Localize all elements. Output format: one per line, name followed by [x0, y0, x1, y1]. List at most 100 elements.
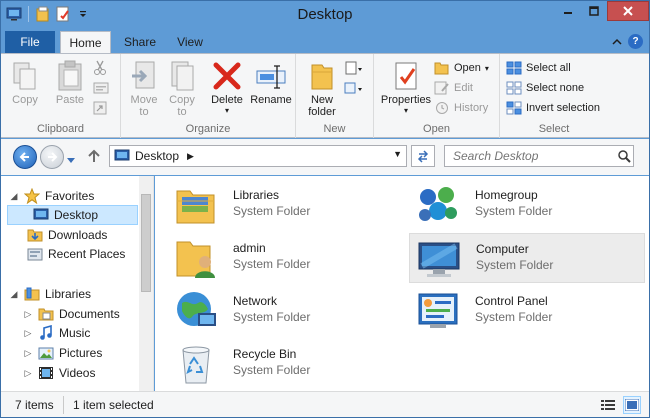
minimize-ribbon-icon[interactable]: [612, 35, 622, 49]
new-item-button[interactable]: [344, 58, 364, 78]
nav-downloads-label: Downloads: [48, 228, 108, 242]
edit-label: Edit: [454, 82, 473, 94]
properties-button[interactable]: Properties ▾: [378, 58, 434, 115]
back-button[interactable]: [13, 145, 37, 169]
expand-chevron-icon[interactable]: ▷: [23, 368, 33, 379]
list-item[interactable]: Computer System Folder: [409, 233, 645, 283]
collapse-chevron-icon[interactable]: ◢: [9, 191, 19, 202]
forward-arrow-icon: [48, 152, 58, 162]
move-to-icon: [125, 58, 163, 94]
list-item[interactable]: admin System Folder: [167, 233, 403, 283]
list-item[interactable]: Homegroup System Folder: [409, 180, 645, 230]
collapse-chevron-icon[interactable]: ◢: [9, 289, 19, 300]
back-arrow-icon: [19, 152, 29, 162]
history-icon: [436, 102, 448, 114]
file-type: System Folder: [233, 204, 311, 218]
nav-favorites[interactable]: ◢ Favorites: [9, 186, 94, 206]
clipboard-group: Copy Paste Clipboard: [1, 54, 121, 138]
list-item[interactable]: Recycle Bin System Folder: [167, 339, 403, 389]
nav-documents[interactable]: ▷ Documents: [23, 304, 120, 324]
invert-selection-icon: [506, 101, 522, 115]
invert-selection-button[interactable]: Invert selection: [506, 98, 600, 118]
up-button[interactable]: [87, 149, 101, 166]
nav-music[interactable]: ▷ Music: [23, 323, 90, 343]
copy-button[interactable]: Copy: [7, 58, 43, 106]
delete-button[interactable]: Delete ▾: [207, 58, 247, 115]
nav-videos[interactable]: ▷ Videos: [23, 363, 96, 383]
expand-chevron-icon[interactable]: ▷: [23, 328, 33, 339]
file-name: Network: [233, 294, 278, 308]
select-all-label: Select all: [526, 62, 571, 74]
search-icon: [618, 150, 631, 163]
expand-chevron-icon[interactable]: ▷: [23, 348, 33, 359]
nav-libraries[interactable]: ◢ Libraries: [9, 284, 92, 304]
search-input[interactable]: [445, 149, 605, 163]
cut-button[interactable]: [93, 58, 107, 78]
nav-pictures[interactable]: ▷ Pictures: [23, 343, 103, 363]
move-to-label: Move: [130, 94, 158, 106]
history-button[interactable]: History: [434, 98, 488, 118]
copy-to-button[interactable]: Copy to: [163, 58, 201, 118]
refresh-button[interactable]: [411, 145, 435, 167]
computer-icon: [416, 236, 462, 282]
file-type: System Folder: [233, 363, 311, 377]
copy-path-button[interactable]: [93, 78, 109, 98]
status-divider: [63, 396, 64, 414]
delete-icon: [207, 58, 247, 94]
list-item[interactable]: Control Panel System Folder: [409, 286, 645, 336]
paste-button[interactable]: Paste: [51, 58, 89, 106]
help-icon[interactable]: ?: [628, 34, 643, 49]
paste-shortcut-icon: [93, 101, 107, 115]
large-icons-view-button[interactable]: [623, 396, 641, 414]
tab-home[interactable]: Home: [60, 31, 111, 53]
select-none-button[interactable]: Select none: [506, 78, 584, 98]
easy-access-button[interactable]: [344, 78, 364, 98]
rename-button[interactable]: Rename: [249, 58, 293, 106]
details-view-button[interactable]: [599, 396, 617, 414]
paste-shortcut-button[interactable]: [93, 98, 107, 118]
videos-icon: [39, 367, 53, 379]
forward-button[interactable]: [40, 145, 64, 169]
file-type: System Folder: [233, 257, 311, 271]
pictures-icon: [38, 347, 54, 360]
close-button[interactable]: [607, 1, 649, 21]
ribbon-tab-controls: ?: [612, 34, 643, 49]
view-switcher: [599, 396, 641, 414]
tab-share[interactable]: Share: [117, 31, 163, 53]
file-name: Computer: [476, 242, 529, 256]
select-all-button[interactable]: Select all: [506, 58, 571, 78]
cut-icon: [94, 60, 106, 75]
open-button[interactable]: Open ▾: [434, 58, 489, 78]
expand-chevron-icon[interactable]: ▷: [23, 309, 33, 320]
nav-scrollbar[interactable]: [139, 176, 153, 391]
nav-desktop[interactable]: Desktop: [7, 205, 138, 225]
delete-label: Delete: [211, 94, 243, 106]
file-name: Libraries: [233, 188, 280, 202]
documents-icon: [38, 308, 54, 321]
nav-videos-label: Videos: [59, 366, 96, 380]
nav-downloads[interactable]: Downloads: [27, 225, 107, 245]
network-icon: [173, 288, 219, 334]
maximize-button[interactable]: [581, 1, 607, 21]
search-box[interactable]: [444, 145, 634, 167]
new-folder-icon: [300, 58, 344, 94]
nav-recent-places[interactable]: Recent Places: [27, 244, 125, 264]
recent-locations-icon[interactable]: [67, 153, 75, 167]
address-dropdown-icon[interactable]: ▼: [393, 149, 402, 159]
tab-view[interactable]: View: [167, 31, 213, 53]
list-item[interactable]: Network System Folder: [167, 286, 403, 336]
new-folder-label-2: folder: [308, 106, 336, 118]
breadcrumb-chevron-icon[interactable]: ▶: [187, 151, 194, 162]
libraries-icon: [24, 287, 40, 301]
tab-file[interactable]: File: [5, 31, 55, 53]
new-folder-button[interactable]: New folder: [300, 58, 344, 118]
address-bar[interactable]: Desktop ▶ ▼: [109, 145, 407, 167]
nav-scrollbar-thumb[interactable]: [141, 194, 151, 292]
list-item[interactable]: Libraries System Folder: [167, 180, 403, 230]
edit-button[interactable]: Edit: [434, 78, 473, 98]
up-arrow-icon: [88, 149, 100, 162]
minimize-button[interactable]: [555, 1, 581, 21]
select-all-icon: [506, 61, 522, 75]
move-to-button[interactable]: Move to: [125, 58, 163, 118]
file-name: Homegroup: [475, 188, 538, 202]
